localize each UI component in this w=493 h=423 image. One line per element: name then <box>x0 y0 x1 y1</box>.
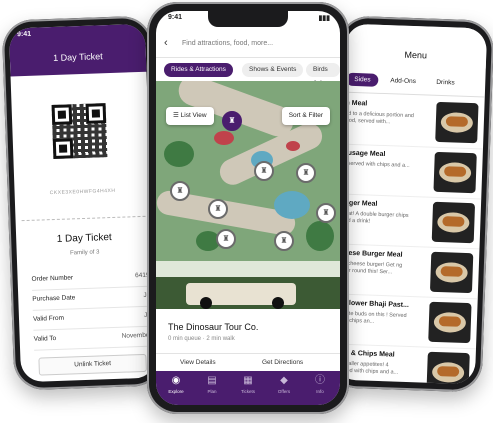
tab-label: Tickets <box>240 389 256 394</box>
menu-item-desc: s served with chips and a... <box>343 160 410 169</box>
menu-item[interactable]: heese Burger Meal t a cheese burger! Get… <box>336 243 480 300</box>
search-input[interactable]: Find attractions, food, more... <box>182 40 273 47</box>
menu-header: Menu <box>344 23 488 69</box>
detail-row-valid-to: Valid To November <box>33 327 153 351</box>
tab-offers[interactable]: ◆ Offers <box>266 375 302 394</box>
wheel <box>200 297 212 309</box>
ticket-header-title: 1 Day Ticket <box>52 51 103 63</box>
menu-item-desc: t a cheese burger! Get ng gear round thi… <box>339 260 403 276</box>
filter-chips: Rides & Attractions Shows & Events Birds… <box>156 60 340 87</box>
menu-tab-add-ons[interactable]: Add-Ons <box>390 77 416 85</box>
attraction-photo <box>156 261 340 309</box>
map-pin-icon[interactable]: ♜ <box>296 163 316 183</box>
divider <box>21 215 146 222</box>
menu-title: Menu <box>404 49 428 61</box>
view-details-button[interactable]: View Details <box>180 359 216 366</box>
map-tree <box>164 141 194 167</box>
tab-label: Explore <box>168 389 184 394</box>
tab-info[interactable]: ⓘ Info <box>302 375 338 394</box>
attraction-card[interactable]: The Dinosaur Tour Co. 0 min queue · 2 mi… <box>156 309 340 353</box>
attraction-title: The Dinosaur Tour Co. <box>168 322 259 332</box>
menu-item-photo <box>426 351 470 385</box>
menu-item-photo <box>435 101 479 144</box>
map-pin-icon[interactable]: ♜ <box>216 229 236 249</box>
chip-birds[interactable]: Birds & A <box>306 63 340 87</box>
tab-plan[interactable]: ▤ Plan <box>194 375 230 394</box>
phone-notch <box>208 11 288 27</box>
card-actions: View Details Get Directions <box>156 353 340 372</box>
map-pin-icon[interactable]: ♜ <box>208 199 228 219</box>
menu-tab-sides[interactable]: Sides <box>346 72 379 87</box>
tag-icon: ◆ <box>280 375 288 386</box>
tab-explore[interactable]: ◉ Explore <box>158 375 194 394</box>
wheel <box>272 297 284 309</box>
map-pin-icon[interactable]: ♜ <box>170 181 190 201</box>
qr-corner-icon <box>51 104 73 126</box>
chip-rides-attractions[interactable]: Rides & Attractions <box>164 63 233 77</box>
map-building <box>286 141 300 151</box>
menu-item[interactable]: ausage Meal s served with chips and a... <box>340 143 483 200</box>
unlink-ticket-button[interactable]: Unlink Ticket <box>38 353 147 376</box>
tab-label: Plan <box>207 389 217 394</box>
get-directions-button[interactable]: Get Directions <box>262 359 303 366</box>
menu-item[interactable]: uliflower Bhaji Past... r taste buds on … <box>335 293 478 350</box>
info-icon: ⓘ <box>315 375 325 386</box>
chip-shows-events[interactable]: Shows & Events <box>242 63 304 77</box>
bottom-tab-bar: ◉ Explore ▤ Plan ▦ Tickets ◆ Offers ⓘ In… <box>156 371 340 405</box>
detail-label: Valid From <box>32 314 65 323</box>
explore-screen: 9:41 ▮▮▮ ‹ Find attractions, food, more.… <box>156 11 340 405</box>
detail-label: Order Number <box>31 274 74 283</box>
detail-label: Purchase Date <box>32 294 76 303</box>
sort-filter-button[interactable]: Sort & Filter <box>281 107 330 125</box>
list-view-button[interactable]: ☰ List View <box>166 107 214 125</box>
clipboard-icon: ▤ <box>207 375 217 386</box>
detail-label: Valid To <box>33 335 57 343</box>
menu-tabs: Sides Add-Ons Drinks <box>343 69 486 98</box>
map-pin-icon[interactable]: ♜ <box>316 203 336 223</box>
menu-item-photo <box>433 151 477 194</box>
right-phone: Menu Sides Add-Ons Drinks h Meal ed to a… <box>326 15 493 393</box>
ticket-header: 9:41 1 Day Ticket <box>8 23 147 77</box>
menu-item-name: ausage Meal <box>343 149 386 159</box>
battery-icon: ▮▮▮ <box>318 15 330 22</box>
menu-screen: Menu Sides Add-Ons Drinks h Meal ed to a… <box>333 23 488 385</box>
map-pin-icon[interactable]: ♜ <box>222 111 242 131</box>
ticket-icon: ▦ <box>243 375 253 386</box>
list-view-label: List View <box>180 112 207 119</box>
map-pin-icon[interactable]: ♜ <box>254 161 274 181</box>
ticket-name: 1 Day Ticket <box>56 232 112 245</box>
map-building <box>214 131 234 145</box>
tab-label: Info <box>316 389 324 394</box>
menu-item[interactable]: urger Meal treat! A double burger chips … <box>338 193 482 250</box>
search-bar[interactable]: ‹ Find attractions, food, more... <box>156 33 340 58</box>
tab-label: Offers <box>277 389 291 394</box>
back-chevron-icon[interactable]: ‹ <box>164 37 168 49</box>
compass-icon: ◉ <box>171 375 181 386</box>
map-water <box>274 191 310 219</box>
ticket-code: CKXE3XE0HWFG4H4XH <box>49 187 116 197</box>
menu-item-photo <box>429 251 474 294</box>
menu-item-photo <box>431 201 476 244</box>
ticket-family: Family of 3 <box>69 249 100 257</box>
menu-item-desc: treat! A double burger chips and a drink… <box>341 210 409 225</box>
left-phone: 9:41 1 Day Ticket CKXE3XE0HWFG4H4XH 1 Da… <box>1 15 165 391</box>
qr-corner-icon <box>52 138 74 160</box>
map-tree <box>306 221 334 251</box>
ticket-screen: 9:41 1 Day Ticket CKXE3XE0HWFG4H4XH 1 Da… <box>8 23 158 383</box>
attraction-subtitle: 0 min queue · 2 min walk <box>168 336 235 342</box>
menu-item-photo <box>428 301 472 344</box>
status-time: 9:41 <box>168 14 183 21</box>
menu-item[interactable]: h Meal ed to a delicious portion and Cod… <box>342 93 485 150</box>
menu-item-desc: ed to a delicious portion and Cod, serve… <box>344 110 414 126</box>
menu-item[interactable]: ites & Chips Meal e smaller appetites! 4… <box>333 343 477 385</box>
menu-item-name: heese Burger Meal <box>340 249 403 259</box>
center-phone: 9:41 ▮▮▮ ‹ Find attractions, food, more.… <box>147 2 349 414</box>
qr-corner-icon <box>85 103 107 124</box>
map-pin-icon[interactable]: ♜ <box>274 231 294 251</box>
tab-tickets[interactable]: ▦ Tickets <box>230 375 266 394</box>
menu-tab-drinks[interactable]: Drinks <box>436 79 455 87</box>
status-time: 9:41 <box>16 30 32 39</box>
